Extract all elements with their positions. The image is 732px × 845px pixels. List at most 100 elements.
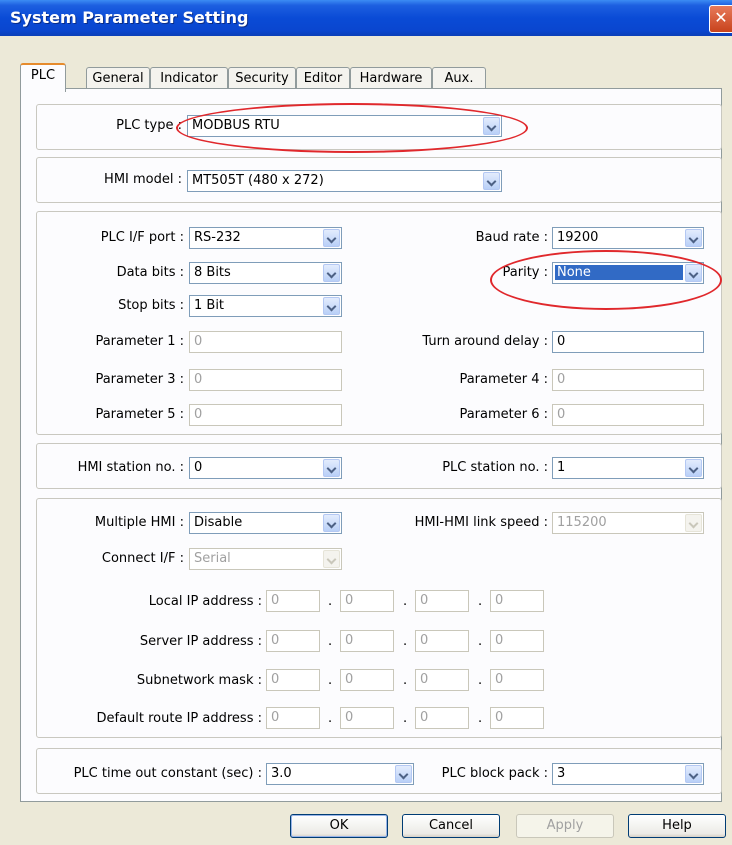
ip-dot: . — [328, 711, 333, 726]
server-ip-octet-3[interactable]: 0 — [415, 630, 469, 652]
local-ip-octet-1[interactable]: 0 — [266, 590, 320, 612]
block-pack-select[interactable]: 3 — [552, 763, 704, 785]
chevron-down-icon[interactable] — [395, 765, 412, 783]
local-ip-label: Local IP address : — [148, 594, 262, 609]
stop-bits-label: Stop bits : — [118, 298, 184, 313]
ip-dot: . — [328, 594, 333, 609]
plc-type-label: PLC type : — [116, 118, 182, 133]
parameter-1-label: Parameter 1 : — [95, 334, 184, 349]
route-ip-octet-2[interactable]: 0 — [340, 707, 394, 729]
tab-plc[interactable]: PLC — [20, 63, 66, 92]
tab-aux[interactable]: Aux. — [432, 67, 486, 90]
window-title: System Parameter Setting — [10, 8, 249, 27]
highlight-oval-parity — [490, 250, 722, 310]
hmi-station-label: HMI station no. : — [77, 460, 184, 475]
default-route-label: Default route IP address : — [96, 711, 262, 726]
subnet-octet-3[interactable]: 0 — [415, 669, 469, 691]
chevron-down-icon[interactable] — [323, 297, 340, 315]
local-ip-octet-2[interactable]: 0 — [340, 590, 394, 612]
time-out-value: 3.0 — [271, 766, 292, 781]
connect-if-select[interactable]: Serial — [189, 548, 342, 570]
help-button[interactable]: Help — [628, 814, 726, 838]
hmi-model-value: MT505T (480 x 272) — [192, 173, 324, 188]
chevron-down-icon[interactable] — [685, 459, 702, 477]
title-bar[interactable]: System Parameter Setting ✕ — [0, 0, 732, 36]
hmi-station-select[interactable]: 0 — [189, 457, 342, 479]
stop-bits-value: 1 Bit — [194, 298, 225, 313]
connect-if-value: Serial — [194, 551, 231, 566]
baud-rate-label: Baud rate : — [475, 230, 548, 245]
tab-editor[interactable]: Editor — [296, 67, 350, 90]
chevron-down-icon[interactable] — [323, 264, 340, 282]
highlight-oval-plc-type — [176, 103, 528, 153]
chevron-down-icon[interactable] — [483, 172, 500, 190]
turn-around-delay-field[interactable]: 0 — [552, 331, 704, 353]
ip-dot: . — [403, 634, 408, 649]
link-speed-select[interactable]: 115200 — [552, 512, 704, 534]
plc-if-port-label: PLC I/F port : — [100, 230, 184, 245]
chevron-down-icon[interactable] — [685, 765, 702, 783]
route-ip-octet-3[interactable]: 0 — [415, 707, 469, 729]
stop-bits-select[interactable]: 1 Bit — [189, 295, 342, 317]
parameter-3-label: Parameter 3 : — [95, 372, 184, 387]
chevron-down-icon[interactable] — [685, 229, 702, 247]
turn-around-delay-label: Turn around delay : — [422, 334, 548, 349]
plc-if-port-select[interactable]: RS-232 — [189, 227, 342, 249]
tab-general[interactable]: General — [86, 67, 150, 90]
apply-button[interactable]: Apply — [516, 814, 614, 838]
ip-dot: . — [478, 594, 483, 609]
baud-rate-select[interactable]: 19200 — [552, 227, 704, 249]
tab-hardware[interactable]: Hardware — [350, 67, 432, 90]
parameter-3-field[interactable]: 0 — [189, 369, 342, 391]
tab-security[interactable]: Security — [228, 67, 296, 90]
subnet-octet-4[interactable]: 0 — [490, 669, 544, 691]
block-pack-value: 3 — [557, 766, 566, 781]
local-ip-octet-4[interactable]: 0 — [490, 590, 544, 612]
link-speed-label: HMI-HMI link speed : — [414, 515, 548, 530]
chevron-down-icon[interactable] — [323, 514, 340, 532]
plc-station-select[interactable]: 1 — [552, 457, 704, 479]
chevron-down-icon — [323, 550, 340, 568]
ip-dot: . — [478, 711, 483, 726]
tab-indicator[interactable]: Indicator — [150, 67, 228, 90]
parameter-1-field[interactable]: 0 — [189, 331, 342, 353]
close-icon[interactable]: ✕ — [709, 5, 732, 33]
connect-if-label: Connect I/F : — [101, 551, 184, 566]
hmi-station-value: 0 — [194, 460, 203, 475]
subnet-octet-2[interactable]: 0 — [340, 669, 394, 691]
ip-dot: . — [403, 594, 408, 609]
plc-station-value: 1 — [557, 460, 566, 475]
ip-dot: . — [478, 673, 483, 688]
time-out-label: PLC time out constant (sec) : — [73, 766, 262, 781]
parameter-4-label: Parameter 4 : — [459, 372, 548, 387]
time-out-select[interactable]: 3.0 — [266, 763, 414, 785]
ip-dot: . — [328, 673, 333, 688]
chevron-down-icon[interactable] — [323, 229, 340, 247]
parameter-4-field[interactable]: 0 — [552, 369, 704, 391]
subnet-octet-1[interactable]: 0 — [266, 669, 320, 691]
data-bits-select[interactable]: 8 Bits — [189, 262, 342, 284]
cancel-button[interactable]: Cancel — [402, 814, 500, 838]
dialog-window: System Parameter Setting ✕ PLC General I… — [0, 0, 732, 845]
multiple-hmi-select[interactable]: Disable — [189, 512, 342, 534]
parameter-5-field[interactable]: 0 — [189, 404, 342, 426]
server-ip-label: Server IP address : — [139, 634, 262, 649]
ip-dot: . — [328, 634, 333, 649]
baud-rate-value: 19200 — [557, 230, 599, 245]
ip-dot: . — [403, 673, 408, 688]
server-ip-octet-4[interactable]: 0 — [490, 630, 544, 652]
chevron-down-icon[interactable] — [323, 459, 340, 477]
server-ip-octet-1[interactable]: 0 — [266, 630, 320, 652]
parameter-5-label: Parameter 5 : — [95, 407, 184, 422]
local-ip-octet-3[interactable]: 0 — [415, 590, 469, 612]
hmi-model-select[interactable]: MT505T (480 x 272) — [187, 170, 502, 192]
subnet-mask-label: Subnetwork mask : — [136, 673, 262, 688]
ok-button[interactable]: OK — [290, 814, 388, 838]
route-ip-octet-1[interactable]: 0 — [266, 707, 320, 729]
route-ip-octet-4[interactable]: 0 — [490, 707, 544, 729]
data-bits-value: 8 Bits — [194, 265, 231, 280]
chevron-down-icon — [685, 514, 702, 532]
parameter-6-field[interactable]: 0 — [552, 404, 704, 426]
server-ip-octet-2[interactable]: 0 — [340, 630, 394, 652]
network-group — [36, 498, 722, 738]
